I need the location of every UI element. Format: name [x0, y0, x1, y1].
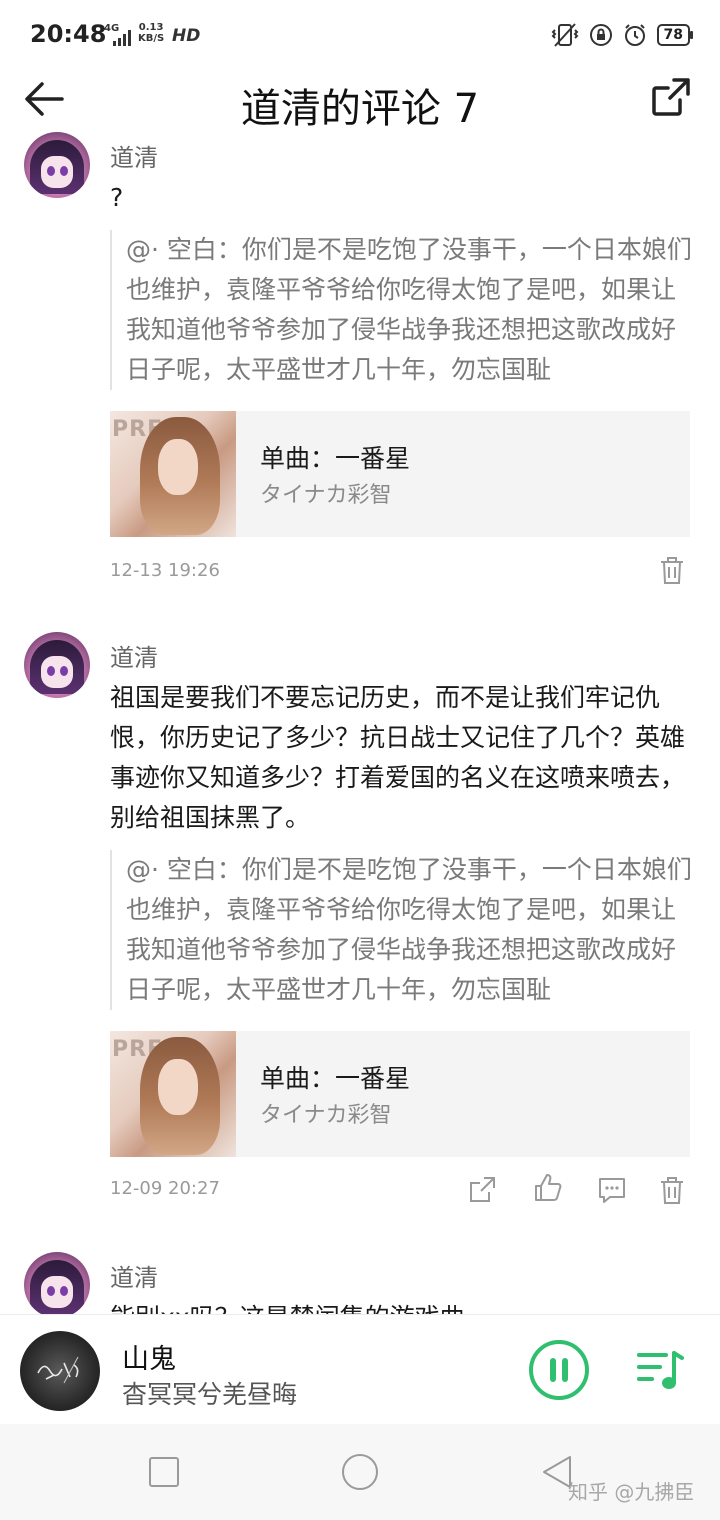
now-playing-lyric: 杳冥冥兮羌昼晦 [122, 1380, 298, 1409]
song-card[interactable]: PRESS 单曲：一番星 タイナカ彩智 [110, 411, 690, 537]
comment-timestamp: 12-09 20:27 [110, 1178, 220, 1199]
reply-icon[interactable] [596, 1174, 628, 1206]
now-playing-title: 山鬼 [122, 1344, 176, 1375]
delete-icon[interactable] [656, 554, 688, 586]
recents-button[interactable] [149, 1457, 179, 1487]
song-card[interactable]: PRESS 单曲：一番星 タイナカ彩智 [110, 1031, 690, 1157]
song-title: 单曲：一番星 [260, 444, 411, 473]
comment-list[interactable]: 道清 ? @· 空白：你们是不是吃饱了没事干，一个日本娘们也维护，袁隆平爷爷给你… [0, 132, 720, 1314]
comment-timestamp: 12-13 19:26 [110, 560, 220, 581]
status-time: 20:48 [30, 20, 107, 48]
page-title: 道清的评论 7 [240, 86, 480, 132]
mini-player[interactable]: 山鬼 杳冥冥兮羌昼晦 [0, 1314, 720, 1424]
status-bar: 20:48 4G 0.13 KB/S HD 78 [0, 0, 720, 72]
pause-icon[interactable] [528, 1339, 590, 1401]
like-icon[interactable] [532, 1172, 564, 1204]
comment-text: 能别xx吗？这是楚闰集的游戏曲 [110, 1298, 700, 1314]
home-button[interactable] [342, 1454, 378, 1490]
quoted-comment[interactable]: @· 空白：你们是不是吃饱了没事干，一个日本娘们也维护，袁隆平爷爷给你吃得太饱了… [110, 230, 700, 390]
status-icons: 78 [551, 22, 694, 48]
lock-rotation-icon [589, 24, 612, 46]
network-speed-unit: KB/S [138, 33, 165, 44]
song-cover-image: PRESS [110, 1031, 236, 1157]
song-title: 单曲：一番星 [260, 1064, 411, 1093]
alarm-icon [624, 24, 645, 46]
quoted-comment[interactable]: @· 空白：你们是不是吃饱了没事干，一个日本娘们也维护，袁隆平爷爷给你吃得太饱了… [110, 850, 700, 1010]
battery-indicator: 78 [656, 24, 694, 46]
comment-username[interactable]: 道清 [110, 638, 158, 673]
share-icon[interactable] [466, 1174, 498, 1206]
comment-text: 祖国是要我们不要忘记历史，而不是让我们牢记仇恨，你历史记了多少？抗日战士又记住了… [110, 683, 686, 832]
delete-icon[interactable] [656, 1174, 688, 1206]
network-speed: 0.13 KB/S [138, 22, 164, 44]
watermark: 知乎 @九拂臣 [568, 1480, 695, 1504]
comment-text: ? [110, 183, 124, 212]
playlist-icon[interactable] [636, 1349, 686, 1393]
hd-badge: HD [172, 26, 201, 46]
comment-username[interactable]: 道清 [110, 138, 158, 173]
avatar[interactable] [24, 632, 90, 698]
system-nav-bar: 知乎 @九拂臣 [0, 1424, 720, 1520]
network-speed-value: 0.13 [138, 22, 164, 33]
avatar[interactable] [24, 1252, 90, 1314]
song-artist: タイナカ彩智 [260, 483, 392, 508]
share-icon[interactable] [650, 76, 692, 118]
vibrate-mute-icon [551, 23, 578, 47]
song-cover-image: PRESS [110, 411, 236, 537]
album-cover[interactable] [20, 1331, 100, 1411]
comment-username[interactable]: 道清 [110, 1258, 158, 1293]
song-artist: タイナカ彩智 [260, 1103, 392, 1128]
page-header: 道清的评论 7 [0, 72, 720, 132]
signal-icon [113, 30, 131, 46]
avatar[interactable] [24, 132, 90, 198]
